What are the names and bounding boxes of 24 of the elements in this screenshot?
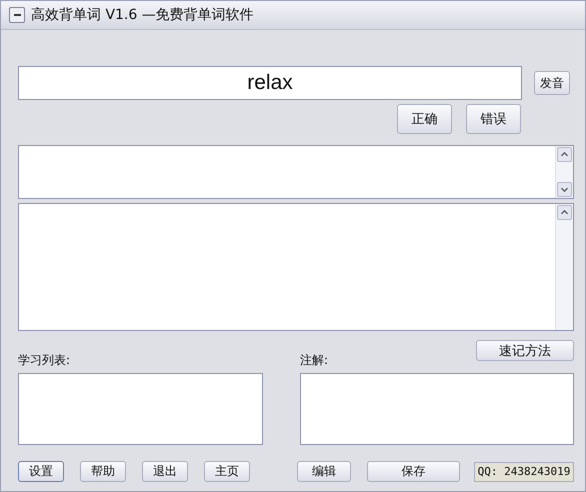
edit-button[interactable]: 编辑 bbox=[297, 461, 351, 482]
notes-label: 注解: bbox=[300, 352, 330, 369]
save-button[interactable]: 保存 bbox=[367, 461, 460, 482]
window-title: 高效背单词 V1.6 —免费背单词软件 bbox=[31, 6, 254, 24]
qq-label: QQ: 2438243019 bbox=[474, 462, 574, 482]
answer-button[interactable]: 正确 bbox=[397, 104, 452, 134]
pronounce-button[interactable]: 发音 bbox=[534, 71, 570, 95]
memory-method-button[interactable]: 速记方法 bbox=[476, 340, 574, 361]
window-menu-icon[interactable] bbox=[9, 7, 25, 23]
toolbar-button[interactable]: 帮助 bbox=[80, 461, 126, 482]
scrollbar[interactable] bbox=[555, 146, 573, 198]
scrollbar[interactable] bbox=[555, 204, 573, 330]
toolbar-button[interactable]: 设置 bbox=[18, 461, 64, 482]
word-list[interactable] bbox=[18, 145, 574, 199]
scroll-down-icon[interactable] bbox=[557, 182, 572, 197]
notes-field[interactable] bbox=[300, 373, 574, 445]
answer-button[interactable]: 错误 bbox=[466, 104, 521, 134]
study-list[interactable] bbox=[18, 373, 263, 445]
study-list-label: 学习列表: bbox=[18, 352, 72, 369]
scroll-up-icon[interactable] bbox=[557, 147, 572, 162]
word-field[interactable]: relax bbox=[18, 66, 522, 100]
toolbar-button[interactable]: 退出 bbox=[142, 461, 188, 482]
toolbar-button[interactable]: 主页 bbox=[204, 461, 250, 482]
scroll-up-icon[interactable] bbox=[557, 205, 572, 220]
